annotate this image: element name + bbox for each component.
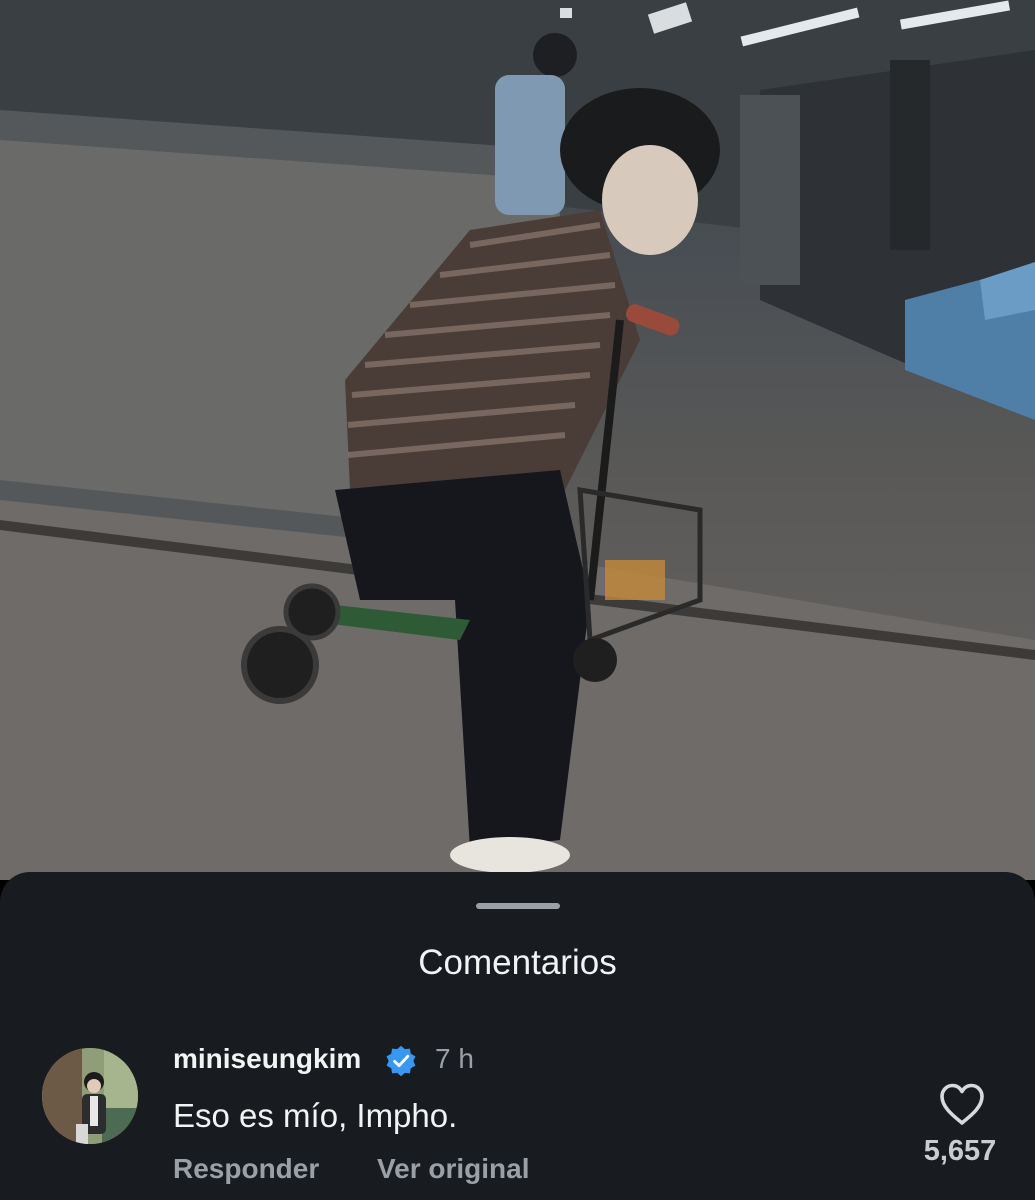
video-player[interactable] (0, 0, 1035, 880)
like-count: 5,657 (923, 1135, 997, 1167)
video-frame-image (0, 0, 1035, 880)
avatar[interactable] (42, 1048, 138, 1144)
comment-username[interactable]: miniseungkim (173, 1042, 361, 1076)
avatar-image (42, 1048, 138, 1144)
comment-timestamp: 7 h (435, 1043, 474, 1074)
see-original-button[interactable]: Ver original (377, 1152, 530, 1186)
comment-text: Eso es mío, Impho. (173, 1097, 458, 1134)
heart-outline-icon[interactable] (938, 1082, 986, 1126)
sheet-title: Comentarios (418, 943, 617, 982)
comment-item: miniseungkim 7 h Eso es mío, Impho. Resp… (0, 1040, 1035, 1200)
comments-sheet: Comentarios miniseungkim 7 h Eso es mío,… (0, 872, 1035, 1200)
drag-handle[interactable] (476, 903, 560, 909)
verified-badge-icon (386, 1045, 416, 1077)
reply-button[interactable]: Responder (173, 1152, 319, 1186)
